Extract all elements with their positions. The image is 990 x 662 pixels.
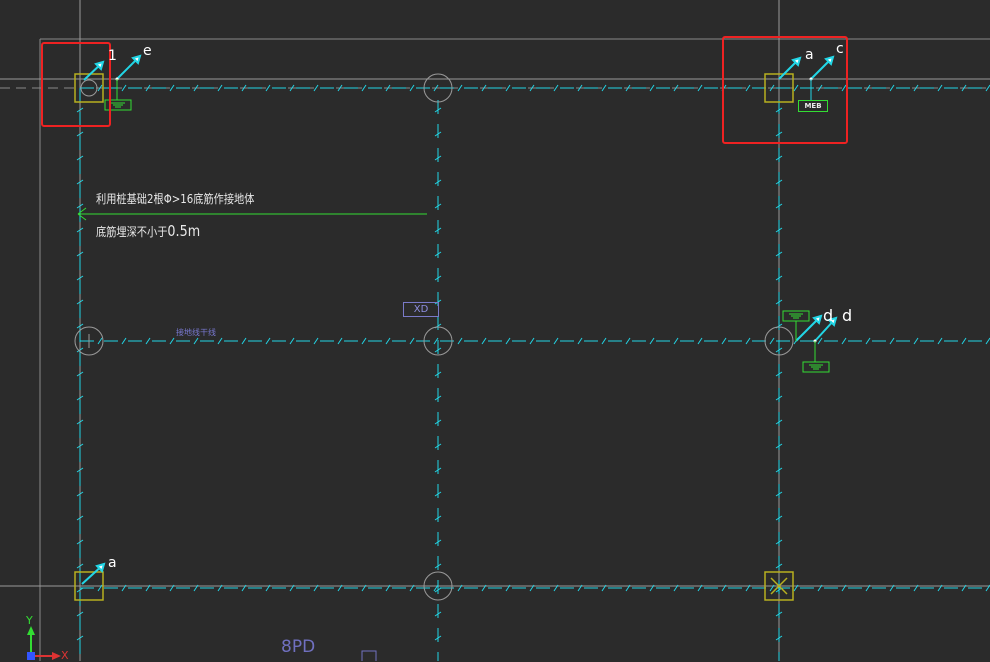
- xd-tag: XD: [403, 302, 439, 317]
- conductor-tick: [337, 337, 343, 345]
- conductor-tick: [697, 84, 703, 92]
- note-grounding-body: 利用桩基础2根Φ>16底筋作接地体: [96, 192, 255, 206]
- conductor-tick: [841, 337, 847, 345]
- conductor-tick: [889, 84, 895, 92]
- conductor-tick: [865, 337, 871, 345]
- conductor-tick: [601, 337, 607, 345]
- cad-drawing-canvas[interactable]: [0, 0, 990, 661]
- ucs-axis-y-label: Y: [26, 614, 33, 627]
- conductor-tick: [601, 84, 607, 92]
- conductor-tick: [625, 337, 631, 345]
- letter-mid-right-2: d: [842, 306, 853, 325]
- label-8pd: 8PD: [281, 637, 316, 657]
- conductor-tick: [169, 337, 175, 345]
- letter-bottom-left: a: [108, 555, 117, 571]
- conductor-tick: [841, 84, 847, 92]
- conductor-tick: [577, 337, 583, 345]
- ucs-icon: [27, 626, 61, 660]
- conductor-tick: [529, 337, 535, 345]
- conductor-tick: [745, 337, 751, 345]
- conductor-tick: [121, 84, 127, 92]
- conductor-tick: [673, 337, 679, 345]
- conductor-tick: [985, 337, 990, 345]
- ground-conductors: [79, 87, 990, 661]
- conductor-tick: [793, 84, 799, 92]
- conductor-tick: [409, 337, 415, 345]
- conductor-tick: [649, 337, 655, 345]
- conductor-tick: [241, 337, 247, 345]
- conductor-tick: [505, 337, 511, 345]
- letter-top-left-2: e: [143, 43, 152, 59]
- conductor-tick: [481, 337, 487, 345]
- conductor-ticks: [76, 84, 990, 641]
- conductor-tick: [193, 337, 199, 345]
- conductor-tick: [553, 84, 559, 92]
- conductor-tick: [937, 84, 943, 92]
- conductor-tick: [361, 84, 367, 92]
- conductor-tick: [433, 337, 439, 345]
- conductor-tick: [457, 337, 463, 345]
- conductor-tick: [265, 337, 271, 345]
- highlight-box-top-right[interactable]: [722, 36, 848, 144]
- conductor-tick: [313, 337, 319, 345]
- note-burial-depth-value: 0.5m: [167, 222, 201, 240]
- conductor-tick: [697, 337, 703, 345]
- conductor-tick: [817, 337, 823, 345]
- highlight-box-top-left[interactable]: [41, 42, 111, 127]
- conductor-tick: [265, 84, 271, 92]
- ucs-axis-x-label: X: [61, 649, 69, 662]
- conductor-tick: [121, 337, 127, 345]
- conductor-tick: [913, 337, 919, 345]
- small-square-marker: [361, 650, 377, 661]
- conductor-tick: [97, 337, 103, 345]
- mid-conductor-note: 接地线干线: [176, 328, 216, 337]
- conductor-tick: [721, 337, 727, 345]
- letter-top-right-1: a: [805, 47, 814, 63]
- meb-tag: MEB: [798, 100, 828, 112]
- conductor-tick: [289, 337, 295, 345]
- note-burial-depth-prefix: 底筋埋深不小于: [96, 225, 168, 239]
- conductor-tick: [313, 84, 319, 92]
- conductor-tick: [385, 337, 391, 345]
- conductor-tick: [649, 84, 655, 92]
- conductor-tick: [409, 84, 415, 92]
- conductor-tick: [169, 84, 175, 92]
- conductor-tick: [145, 337, 151, 345]
- conductor-tick: [217, 84, 223, 92]
- note-burial-depth: 底筋埋深不小于0.5m: [96, 222, 200, 240]
- conductor-tick: [217, 337, 223, 345]
- grid-lines: [0, 0, 990, 661]
- conductor-tick: [361, 337, 367, 345]
- letter-top-right-2: c: [836, 41, 844, 57]
- conductor-tick: [505, 84, 511, 92]
- conductor-tick: [937, 337, 943, 345]
- conductor-tick: [553, 337, 559, 345]
- conductor-tick: [745, 84, 751, 92]
- conductor-tick: [769, 337, 775, 345]
- conductor-tick: [985, 84, 990, 92]
- conductor-tick: [889, 337, 895, 345]
- letter-top-left-1: 1: [108, 48, 117, 64]
- letter-mid-right-1: d: [823, 306, 834, 325]
- note-leader: [77, 207, 427, 221]
- conductor-tick: [961, 337, 967, 345]
- conductor-dots: [115, 77, 817, 343]
- conductor-tick: [457, 84, 463, 92]
